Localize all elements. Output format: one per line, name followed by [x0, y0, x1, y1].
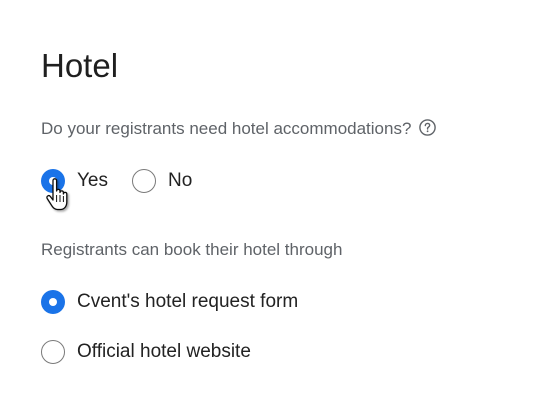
booking-option-cvent-row: Cvent's hotel request form — [41, 290, 298, 314]
radio-button-no[interactable] — [132, 169, 156, 193]
booking-option-official-row: Official hotel website — [41, 340, 251, 364]
accommodations-question: Do your registrants need hotel accommoda… — [41, 118, 437, 140]
help-icon[interactable] — [419, 118, 437, 136]
radio-button-cvent-form[interactable] — [41, 290, 65, 314]
radio-option-cvent-form[interactable]: Cvent's hotel request form — [41, 290, 298, 314]
accommodations-question-text: Do your registrants need hotel accommoda… — [41, 119, 412, 138]
radio-option-no[interactable]: No — [132, 169, 192, 193]
accommodations-radio-group: Yes No — [41, 169, 192, 193]
radio-label-yes: Yes — [77, 170, 108, 191]
radio-label-no: No — [168, 170, 193, 191]
radio-button-official-website[interactable] — [41, 340, 65, 364]
radio-label-cvent-form: Cvent's hotel request form — [77, 291, 299, 312]
hotel-settings-panel: Hotel Do your registrants need hotel acc… — [0, 0, 540, 412]
radio-option-official-website[interactable]: Official hotel website — [41, 340, 251, 364]
section-title: Hotel — [41, 47, 119, 84]
radio-option-yes[interactable]: Yes — [41, 169, 108, 193]
booking-method-heading: Registrants can book their hotel through — [41, 240, 343, 259]
radio-button-yes[interactable] — [41, 169, 65, 193]
radio-label-official-website: Official hotel website — [77, 341, 251, 362]
